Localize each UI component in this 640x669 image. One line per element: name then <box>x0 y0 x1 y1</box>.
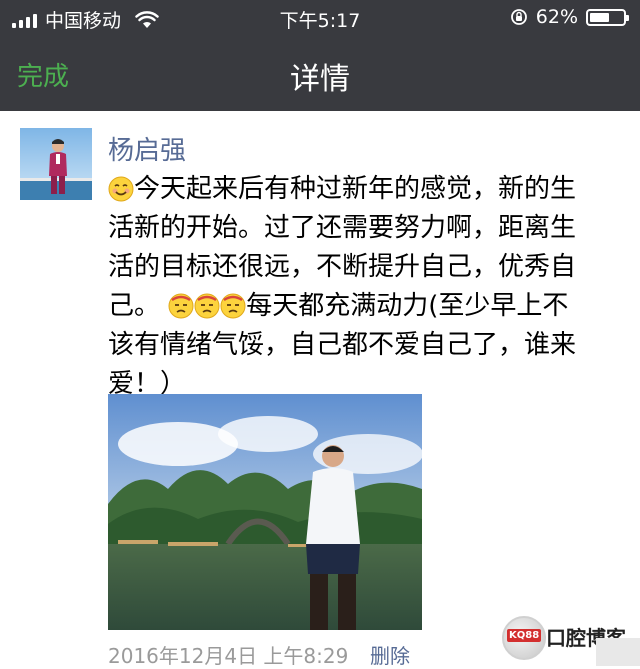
post-line: 己。 每天都充满动力(至少早上不 <box>108 287 628 326</box>
post-photo[interactable] <box>108 394 422 630</box>
battery-percent: 62% <box>535 6 578 28</box>
post-line-text: 每天都充满动力(至少早上不 <box>246 291 569 321</box>
dizzy-emoji-icon <box>168 293 194 319</box>
post-author[interactable]: 杨启强 <box>108 130 186 167</box>
status-right: 62% <box>510 6 629 28</box>
post-line-text: 今天起来后有种过新年的感觉，新的生 <box>134 174 577 204</box>
dizzy-emoji-icon <box>194 293 220 319</box>
post-line-text: 己。 <box>108 291 161 321</box>
post-line: 今天起来后有种过新年的感觉，新的生 <box>108 170 628 209</box>
post-line: 活新的开始。过了还需要努力啊，距离生 <box>108 213 577 243</box>
chat-bubble-icon <box>596 638 640 666</box>
delete-button[interactable]: 删除 <box>370 640 410 669</box>
status-bar: 中国移动 下午5:17 62% <box>0 0 640 36</box>
watermark-badge: KQ88 <box>507 629 542 642</box>
top-bar: 中国移动 下午5:17 62% 完成 详情 <box>0 0 640 111</box>
post-line: 该有情绪气馁，自己都不爱自己了，谁来 <box>108 330 577 360</box>
post-line: 活的目标还很远，不断提升自己，优秀自 <box>108 252 577 282</box>
post-text: 今天起来后有种过新年的感觉，新的生 活新的开始。过了还需要努力啊，距离生 活的目… <box>108 170 628 404</box>
avatar[interactable] <box>20 128 92 200</box>
watermark-logo: KQ88 口腔博客 <box>500 614 640 666</box>
page-title: 详情 <box>290 62 350 97</box>
dizzy-emoji-icon <box>220 293 246 319</box>
battery-icon <box>586 8 629 26</box>
smile-emoji-icon <box>108 176 134 202</box>
post-timestamp: 2016年12月4日 上午8:29 <box>108 644 349 668</box>
rotation-lock-icon <box>510 9 527 25</box>
